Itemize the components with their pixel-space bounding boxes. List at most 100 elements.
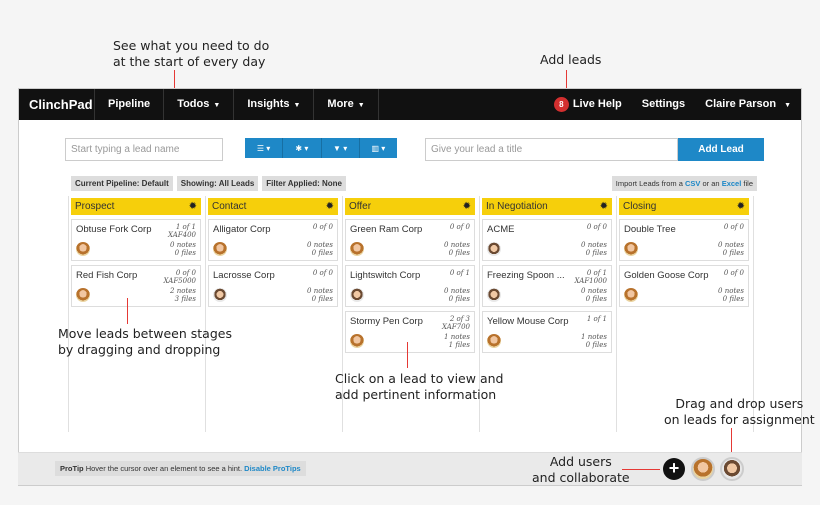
annotation-text: on leads for assignment: [664, 412, 815, 427]
brand-logo[interactable]: ClinchPad: [19, 89, 95, 120]
stage-header: In Negotiation ✹: [482, 198, 612, 215]
nav-settings[interactable]: Settings: [632, 89, 695, 120]
import-text: file: [743, 179, 753, 188]
lead-notes-files: 0 notes 0 files: [444, 287, 470, 303]
nav-todos[interactable]: Todos ▼: [164, 89, 235, 120]
annotation-text: by dragging and dropping: [58, 342, 221, 357]
assignee-avatar: [487, 242, 501, 256]
lead-card[interactable]: Obtuse Fork Corp 1 of 1 XAF400 0 notes 0 fil…: [71, 219, 201, 261]
gear-icon[interactable]: ✹: [189, 201, 197, 212]
stage-name: Offer: [349, 201, 372, 212]
add-user-button[interactable]: +: [663, 458, 685, 480]
stage-column: Prospect ✹ Obtuse Fork Corp 1 of 1 XAF400 0 n…: [71, 198, 201, 307]
user-avatar-male[interactable]: [720, 457, 744, 481]
assignee-avatar: [624, 242, 638, 256]
lead-card[interactable]: Red Fish Corp 0 of 0 XAF5000 2 notes 3 files: [71, 265, 201, 307]
assignee-avatar: [213, 288, 227, 302]
stage-header: Offer ✹: [345, 198, 475, 215]
lead-name: Golden Goose Corp: [624, 270, 709, 281]
caret-down-icon: ▼: [357, 102, 365, 109]
column-divider: [205, 196, 206, 432]
annotation-move-leads: Move leads between stages by dragging an…: [58, 326, 232, 358]
gear-icon[interactable]: ✹: [737, 201, 745, 212]
nav-live-help[interactable]: 8 Live Help: [544, 89, 632, 120]
lead-title-input[interactable]: [425, 138, 678, 161]
stage-header: Closing ✹: [619, 198, 749, 215]
nav-more[interactable]: More ▼: [314, 89, 379, 120]
task-count: 0 of 1: [449, 269, 470, 277]
task-count: 0 of 0: [312, 269, 333, 277]
lead-name: Green Ram Corp: [350, 224, 423, 235]
annotation-text: Add users: [549, 454, 612, 469]
lead-card[interactable]: ACME 0 of 0 0 notes 0 files: [482, 219, 612, 261]
stage-name: Prospect: [75, 201, 115, 212]
nav-pipeline[interactable]: Pipeline: [95, 89, 165, 120]
import-excel-link[interactable]: Excel: [722, 179, 742, 188]
lead-name: Alligator Corp: [213, 224, 271, 235]
disable-protips-link[interactable]: Disable ProTips: [244, 464, 301, 473]
notes-count: 1 notes: [581, 333, 607, 341]
showing-tag[interactable]: Showing: All Leads: [176, 176, 259, 191]
notes-count: 1 notes: [444, 333, 470, 341]
notes-count: 0 notes: [307, 287, 333, 295]
lead-card[interactable]: Lacrosse Corp 0 of 0 0 notes 0 files: [208, 265, 338, 307]
notes-count: 0 notes: [718, 241, 744, 249]
list-view-button[interactable]: ☰ ▾: [245, 138, 284, 158]
add-lead-button[interactable]: Add Lead: [678, 138, 764, 161]
lead-meta: 0 of 1: [450, 269, 470, 277]
gear-icon[interactable]: ✹: [463, 201, 471, 212]
lead-name: Stormy Pen Corp: [350, 316, 423, 327]
task-count: 0 of 0: [312, 223, 333, 231]
files-count: 3 files: [174, 295, 196, 303]
import-csv-link[interactable]: CSV: [685, 179, 700, 188]
lead-card[interactable]: Lightswitch Corp 0 of 1 0 notes 0 files: [345, 265, 475, 307]
lead-search-input[interactable]: [65, 138, 223, 161]
lead-card[interactable]: Golden Goose Corp 0 of 0 0 notes 0 files: [619, 265, 749, 307]
filter-button[interactable]: ▼ ▾: [321, 138, 360, 158]
filter-applied-tag[interactable]: Filter Applied: None: [262, 176, 346, 191]
notes-count: 0 notes: [444, 287, 470, 295]
notes-count: 0 notes: [581, 241, 607, 249]
lead-card[interactable]: Stormy Pen Corp 2 of 3 XAF700 1 notes 1 file…: [345, 311, 475, 353]
lead-card[interactable]: Green Ram Corp 0 of 0 0 notes 0 files: [345, 219, 475, 261]
lead-name: ACME: [487, 224, 515, 235]
lead-card[interactable]: Alligator Corp 0 of 0 0 notes 0 files: [208, 219, 338, 261]
user-avatar-female[interactable]: [691, 457, 715, 481]
pipeline-tag[interactable]: Current Pipeline: Default: [71, 176, 173, 191]
assignee-avatar: [76, 242, 90, 256]
lead-meta: 1 of 1: [587, 315, 607, 323]
files-count: 0 files: [722, 249, 744, 257]
lead-notes-files: 1 notes 1 files: [444, 333, 470, 349]
gear-options-button[interactable]: ✱ ▾: [283, 138, 322, 158]
annotation-add-leads: Add leads: [540, 52, 602, 67]
lead-card[interactable]: Double Tree 0 of 0 0 notes 0 files: [619, 219, 749, 261]
notes-count: 0 notes: [444, 241, 470, 249]
annotation-text: Move leads between stages: [58, 326, 232, 341]
notification-badge[interactable]: 8: [553, 96, 569, 112]
column-divider: [616, 196, 617, 432]
files-count: 0 files: [448, 249, 470, 257]
protip-hint: ProTip Hover the cursor over an element …: [55, 461, 306, 476]
lead-notes-files: 0 notes 0 files: [307, 287, 333, 303]
annotation-line-move: [127, 298, 128, 324]
notes-count: 0 notes: [170, 241, 196, 249]
plus-icon: +: [668, 458, 680, 478]
lead-value: XAF700: [441, 323, 470, 331]
lead-name: Lightswitch Corp: [350, 270, 421, 281]
notes-count: 2 notes: [170, 287, 196, 295]
gear-icon: ✱ ▾: [295, 143, 309, 153]
lead-notes-files: 0 notes 0 files: [581, 287, 607, 303]
gear-icon[interactable]: ✹: [600, 201, 608, 212]
nav-user-menu[interactable]: Claire Parson ▼: [695, 89, 801, 120]
import-leads-note: Import Leads from a CSV or an Excel file: [611, 176, 757, 191]
navbar: ClinchPad Pipeline Todos ▼ Insights ▼ More…: [19, 89, 801, 120]
lead-name: Red Fish Corp: [76, 270, 138, 281]
annotation-add-users: Add users and collaborate: [532, 454, 630, 486]
nav-insights[interactable]: Insights ▼: [234, 89, 315, 120]
lead-name: Double Tree: [624, 224, 676, 235]
lead-card[interactable]: Yellow Mouse Corp 1 of 1 1 notes 0 files: [482, 311, 612, 353]
gear-icon[interactable]: ✹: [326, 201, 334, 212]
lead-card[interactable]: Freezing Spoon ... 0 of 1 XAF1000 0 notes 0 …: [482, 265, 612, 307]
files-count: 0 files: [585, 249, 607, 257]
columns-button[interactable]: ▥ ▾: [359, 138, 397, 158]
